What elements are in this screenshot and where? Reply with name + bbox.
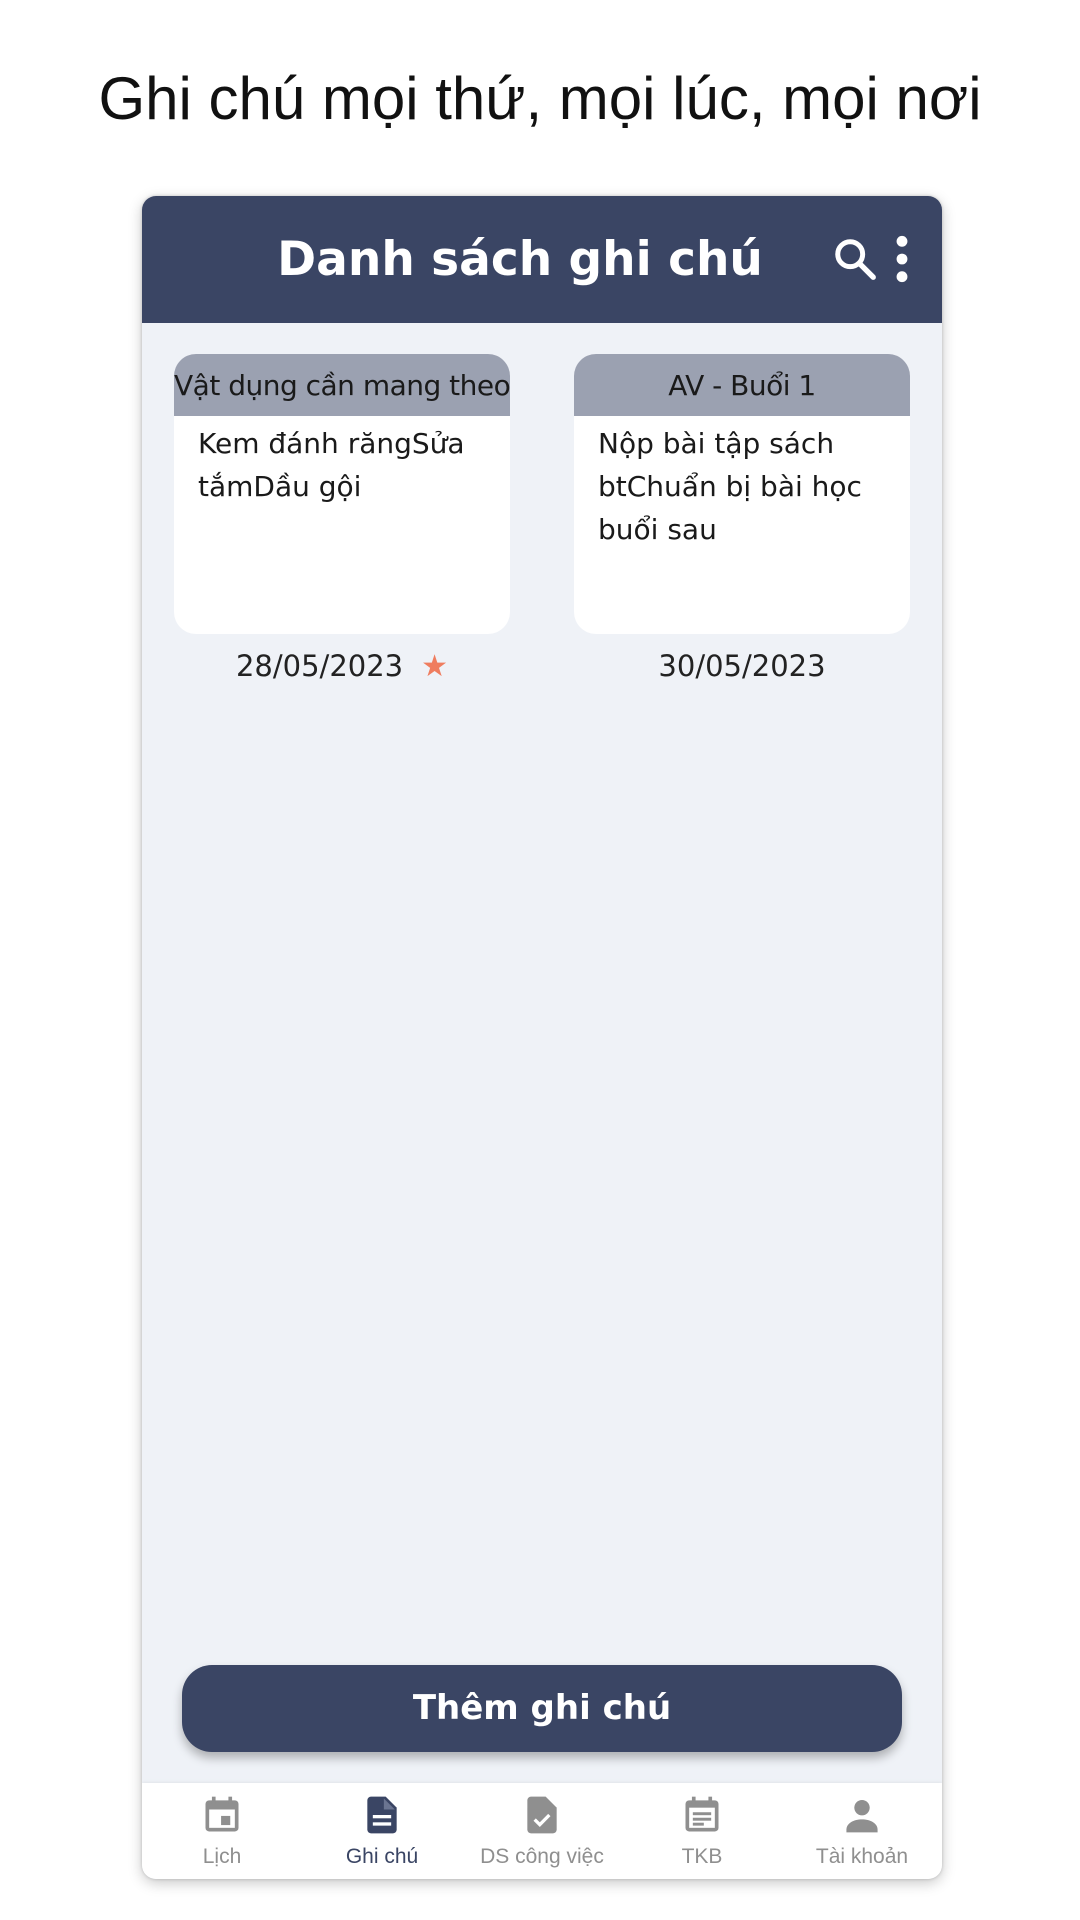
more-options-icon[interactable] — [892, 234, 912, 284]
note-title: AV - Buổi 1 — [574, 354, 910, 416]
calendar-icon — [205, 1796, 239, 1832]
nav-label: DS công việc — [480, 1845, 604, 1868]
nav-item-calendar[interactable]: Lịch — [142, 1783, 302, 1879]
page-title: Danh sách ghi chú — [277, 232, 763, 287]
note-date-row: 28/05/2023 ★ — [174, 646, 510, 686]
app-bar: Danh sách ghi chú — [142, 196, 942, 323]
nav-label: TKB — [681, 1845, 723, 1868]
note-date: 30/05/2023 — [658, 649, 826, 683]
note-title: Vật dụng cần mang theo — [174, 354, 510, 416]
search-icon[interactable] — [832, 236, 878, 282]
nav-item-notes[interactable]: Ghi chú — [302, 1783, 462, 1879]
note-box[interactable]: AV - Buổi 1 Nộp bài tập sách btChuẩn bị … — [574, 354, 910, 634]
note-card[interactable]: Vật dụng cần mang theo Kem đánh răngSửa … — [174, 354, 510, 686]
bottom-navigation: Lịch Ghi chú DS công việc TKB Tài khoản — [142, 1783, 942, 1879]
nav-label: Ghi chú — [345, 1845, 419, 1868]
promo-title: Ghi chú mọi thứ, mọi lúc, mọi nơi — [98, 65, 982, 132]
nav-label: Lịch — [202, 1845, 242, 1868]
phone-screen: Danh sách ghi chú Vật dụng cần mang theo… — [142, 196, 942, 1879]
add-note-button[interactable]: Thêm ghi chú — [182, 1665, 902, 1752]
account-icon — [846, 1799, 878, 1833]
note-card[interactable]: AV - Buổi 1 Nộp bài tập sách btChuẩn bị … — [574, 354, 910, 686]
nav-item-timetable[interactable]: TKB — [622, 1783, 782, 1879]
note-date: 28/05/2023 — [235, 649, 404, 683]
star-icon[interactable]: ★ — [421, 649, 448, 684]
nav-label: Tài khoản — [815, 1845, 909, 1868]
nav-item-account[interactable]: Tài khoản — [782, 1783, 942, 1879]
timetable-icon — [685, 1796, 719, 1832]
nav-item-tasks[interactable]: DS công việc — [462, 1783, 622, 1879]
note-content: Nộp bài tập sách btChuẩn bị bài học buổi… — [598, 427, 862, 546]
note-box[interactable]: Vật dụng cần mang theo Kem đánh răngSửa … — [174, 354, 510, 634]
note-date-row: 30/05/2023 — [574, 646, 910, 686]
note-icon — [367, 1796, 397, 1834]
task-file-icon — [527, 1796, 557, 1834]
note-content: Kem đánh răngSửa tắmDầu gội — [198, 427, 465, 503]
